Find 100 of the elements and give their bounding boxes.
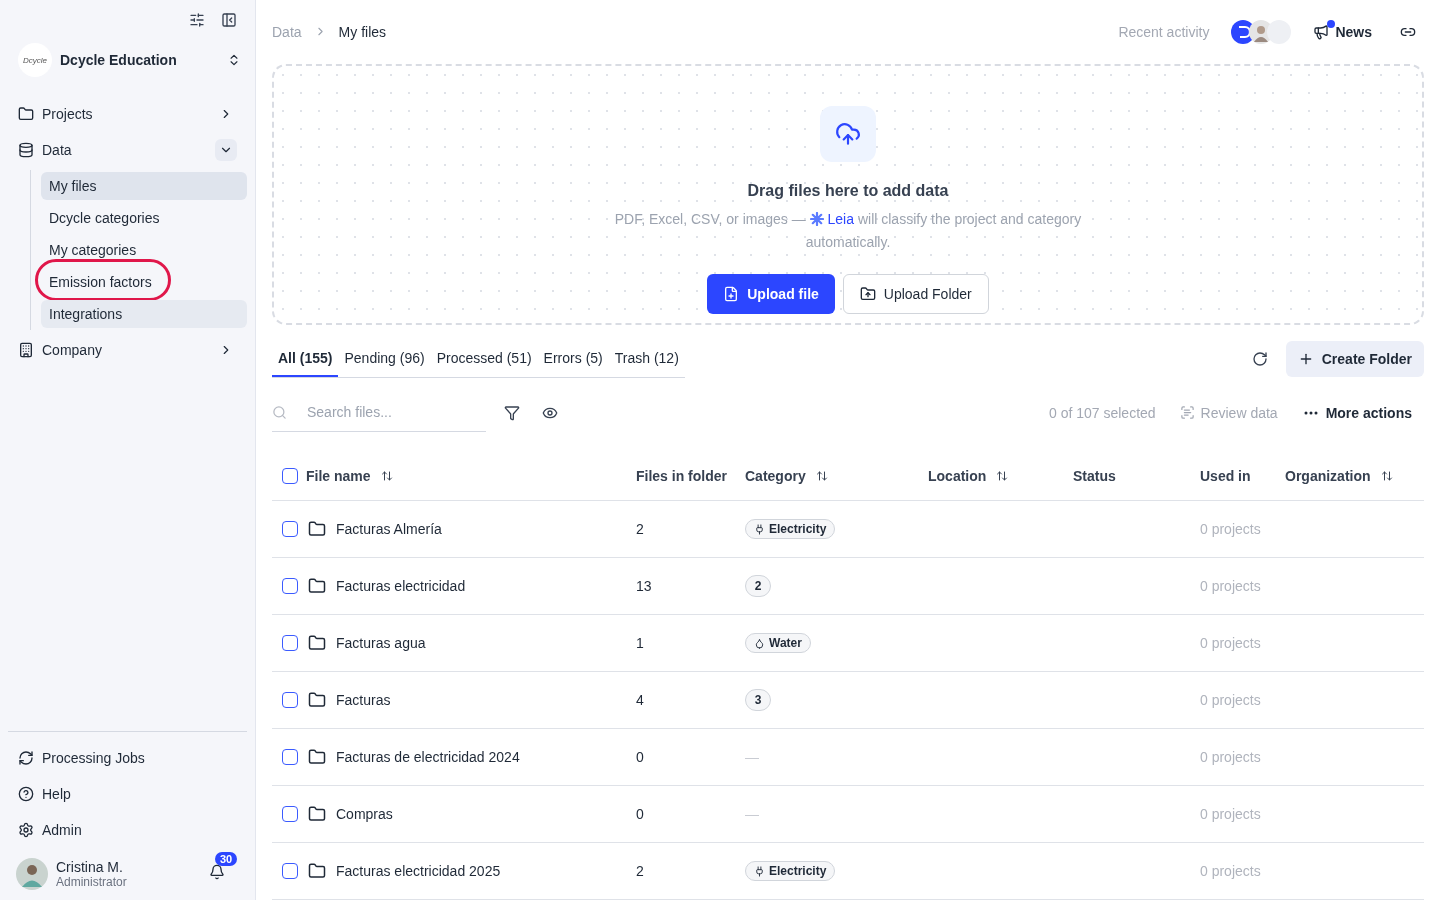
category-tag: Electricity — [745, 861, 836, 881]
upload-dropzone[interactable]: Drag files here to add data PDF, Excel, CSV, or images — Leia will classify the project and category automatically. Upload file Upload Folder — [272, 63, 1424, 325]
folder-icon — [308, 805, 326, 823]
refresh-icon — [1251, 351, 1268, 368]
database-icon — [18, 142, 34, 158]
category-count: 3 — [745, 689, 771, 711]
settings-icon — [18, 822, 34, 838]
column-header[interactable]: Used in — [1200, 467, 1251, 484]
nav-subitem[interactable]: Emission factors — [41, 268, 247, 296]
file-plus-icon — [723, 285, 740, 302]
files-count: 2 — [636, 863, 645, 879]
sort-icon[interactable] — [1380, 469, 1393, 482]
nav-item[interactable]: Data — [8, 134, 247, 166]
file-name[interactable]: Facturas electricidad 2025 — [336, 863, 501, 879]
nav-item[interactable]: Projects — [8, 98, 247, 130]
user-name: Cristina M. — [56, 859, 124, 875]
search-icon — [272, 404, 287, 420]
filter-icon — [504, 404, 520, 421]
column-header[interactable]: File name — [306, 467, 393, 484]
category-count: 2 — [745, 575, 771, 597]
upload-cloud-icon — [820, 105, 876, 162]
row-checkbox[interactable] — [282, 692, 298, 708]
filter-tab[interactable]: Processed (51) — [430, 340, 538, 377]
nav-item[interactable]: Admin — [8, 814, 247, 846]
file-name[interactable]: Compras — [336, 806, 393, 822]
used-in-text: 0 projects — [1200, 863, 1262, 879]
folder-icon — [308, 520, 326, 538]
row-checkbox[interactable] — [282, 806, 298, 822]
plug-icon — [754, 523, 765, 535]
used-in-text: 0 projects — [1200, 749, 1262, 765]
upload-folder-button[interactable]: Upload Folder — [842, 273, 989, 314]
folder-icon — [308, 862, 326, 880]
row-checkbox[interactable] — [282, 578, 298, 594]
folder-icon — [308, 748, 326, 766]
file-name[interactable]: Facturas — [336, 692, 391, 708]
nav-subitem[interactable]: Integrations — [41, 300, 247, 328]
notification-badge: 30 — [215, 852, 238, 866]
selection-count: 0 of 107 selected — [1048, 404, 1156, 421]
used-in-text: 0 projects — [1200, 521, 1262, 537]
column-header[interactable]: Files in folder — [636, 467, 727, 484]
row-checkbox[interactable] — [282, 863, 298, 879]
files-count: 4 — [636, 692, 645, 708]
nav-subitem[interactable]: My files — [41, 172, 247, 200]
nav-item[interactable]: Help — [8, 778, 247, 810]
file-name[interactable]: Facturas Almería — [336, 521, 442, 537]
files-count: 0 — [636, 806, 645, 822]
ellipsis-icon — [1303, 410, 1318, 415]
sort-icon[interactable] — [815, 469, 828, 482]
file-name[interactable]: Facturas electricidad — [336, 578, 466, 594]
files-count: 2 — [636, 521, 645, 537]
filter-tab[interactable]: Pending (96) — [338, 340, 431, 377]
column-header[interactable]: Status — [1073, 467, 1116, 484]
empty-dash: — — [745, 806, 759, 822]
row-checkbox[interactable] — [282, 635, 298, 651]
nav-item[interactable]: Company — [8, 334, 247, 366]
nav-item[interactable]: Processing Jobs — [8, 742, 247, 774]
folder-icon — [308, 577, 326, 595]
file-name[interactable]: Facturas agua — [336, 635, 426, 651]
create-folder-button[interactable]: Create Folder — [1285, 341, 1424, 378]
user-avatar[interactable] — [16, 858, 48, 890]
bell-icon[interactable] — [209, 864, 225, 880]
folder-upload-icon — [859, 285, 876, 302]
sort-icon[interactable] — [996, 469, 1009, 482]
row-checkbox[interactable] — [282, 521, 298, 537]
scan-text-icon — [1179, 405, 1195, 421]
files-count: 0 — [636, 749, 645, 765]
used-in-text: 0 projects — [1200, 806, 1262, 822]
news-button[interactable]: News — [1313, 23, 1372, 40]
search-field[interactable]: Search files... — [305, 403, 465, 422]
building-icon — [18, 342, 34, 358]
filter-tab[interactable]: Errors (5) — [537, 340, 609, 377]
filter-tab[interactable]: Trash (12) — [608, 340, 685, 377]
folder-icon — [308, 691, 326, 709]
column-header[interactable]: Organization — [1285, 467, 1393, 484]
help-icon — [18, 786, 34, 802]
plug-icon — [754, 865, 765, 877]
org-name: Dcycle Education — [60, 52, 178, 68]
nav-subitem[interactable]: My categories — [41, 236, 247, 264]
nav-subitem[interactable]: Dcycle categories — [41, 204, 247, 232]
column-header[interactable]: Location — [928, 467, 1009, 484]
file-name[interactable]: Facturas de electricidad 2024 — [336, 749, 520, 765]
breadcrumb-item[interactable]: My files — [338, 23, 387, 40]
upload-file-button[interactable]: Upload file — [707, 273, 835, 314]
org-logo: Dcycle — [18, 43, 52, 77]
more-actions-button[interactable]: More actions — [1297, 403, 1418, 422]
folder-icon — [308, 634, 326, 652]
sort-icon[interactable] — [380, 469, 393, 482]
sliders-icon[interactable] — [189, 12, 205, 28]
select-all-checkbox[interactable] — [282, 467, 298, 484]
filter-tab[interactable]: All (155) — [272, 340, 339, 377]
empty-dash: — — [745, 749, 759, 765]
refresh-icon — [18, 750, 34, 766]
collapse-sidebar-icon[interactable] — [221, 12, 237, 28]
folder-icon — [18, 106, 34, 122]
files-count: 1 — [636, 635, 645, 651]
leia-link[interactable]: Leia — [809, 210, 854, 227]
sparkle-icon — [809, 211, 824, 226]
row-checkbox[interactable] — [282, 749, 298, 765]
column-header[interactable]: Category — [745, 467, 828, 484]
used-in-text: 0 projects — [1200, 635, 1262, 651]
